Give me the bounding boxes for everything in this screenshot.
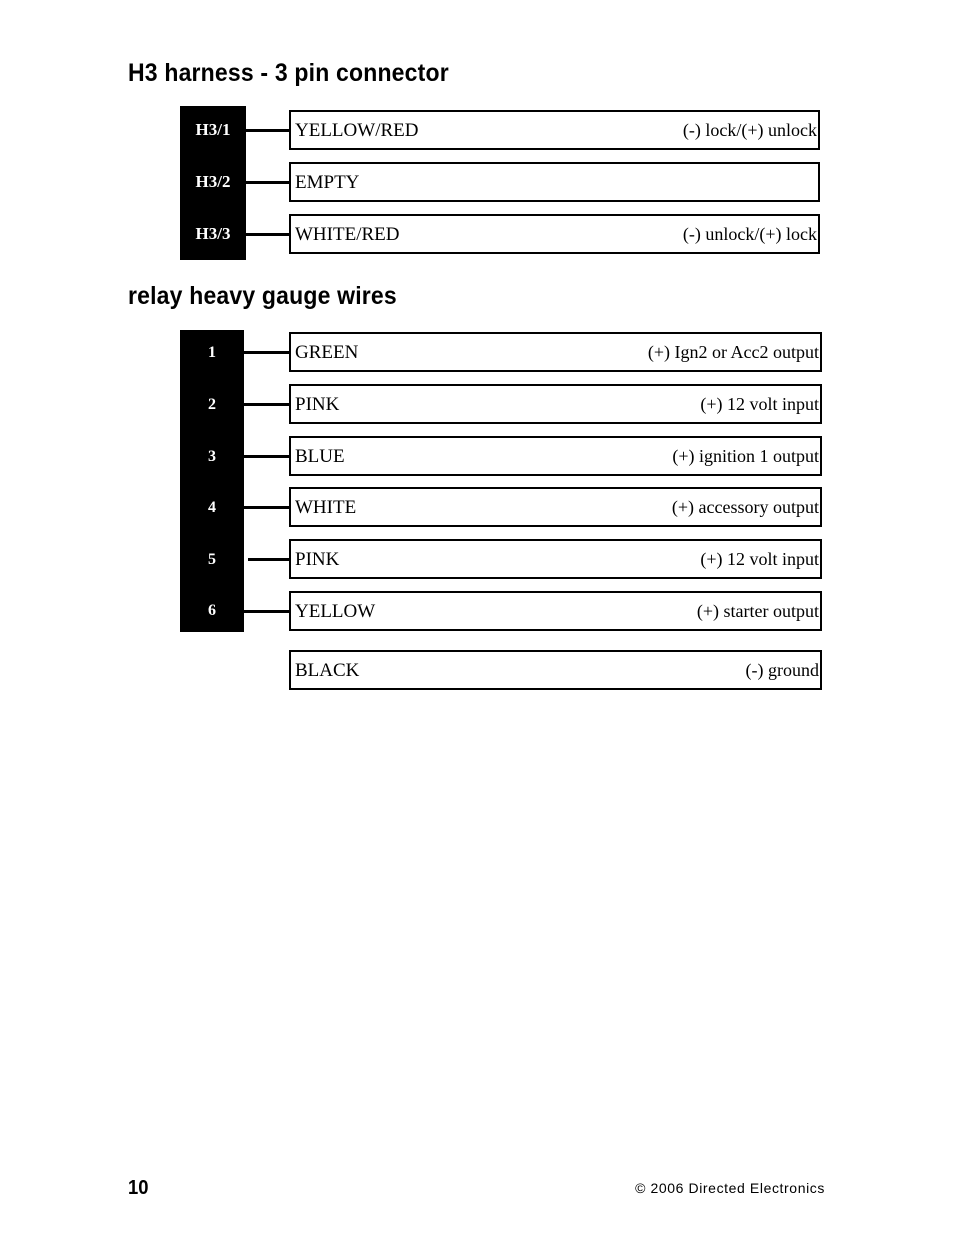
leader-line-relay-6 (244, 610, 289, 613)
pin-label-relay-4: 4 (208, 499, 216, 516)
wire-function: (+) accessory output (671, 497, 819, 517)
wire-function: (-) ground (745, 660, 819, 680)
wire-name: PINK (295, 548, 340, 570)
wire-name: BLACK (295, 659, 360, 681)
wire-name: WHITE (295, 496, 357, 518)
wire-name: PINK (295, 393, 340, 415)
page-number: 10 (128, 1177, 149, 1199)
leader-line-relay-1 (244, 351, 289, 354)
pin-label-h3-2: H3/2 (195, 172, 231, 191)
wire-function: (-) unlock/(+) lock (682, 224, 817, 244)
leader-line-h3-3 (246, 233, 289, 236)
section-heading-h3-harness: H3 harness - 3 pin connector (128, 59, 449, 87)
leader-line-relay-5 (248, 558, 289, 561)
wire-name: WHITE/RED (295, 223, 400, 245)
pin-label-relay-6: 6 (208, 602, 216, 619)
wire-row: GREEN (+) Ign2 or Acc2 output (289, 332, 822, 372)
wire-row: BLUE (+) ignition 1 output (289, 436, 822, 476)
wire-name: YELLOW (295, 600, 376, 622)
pin-label-h3-3: H3/3 (195, 224, 231, 243)
wire-name: EMPTY (295, 171, 360, 193)
wire-row: PINK (+) 12 volt input (289, 539, 822, 579)
pin-label-relay-1: 1 (208, 344, 216, 361)
wire-function: (+) 12 volt input (700, 394, 819, 414)
wire-function: (+) starter output (696, 601, 819, 621)
leader-line-h3-1 (246, 129, 289, 132)
wire-function: (+) ignition 1 output (672, 446, 819, 466)
wire-name: GREEN (295, 341, 359, 363)
leader-line-relay-4 (244, 506, 289, 509)
leader-line-relay-2 (244, 403, 289, 406)
document-page: H3 harness - 3 pin connector H3/1 H3/2 H… (0, 0, 954, 1235)
wire-function: (+) 12 volt input (700, 549, 819, 569)
leader-line-relay-3 (244, 455, 289, 458)
wire-name: BLUE (295, 445, 345, 467)
wire-row: WHITE (+) accessory output (289, 487, 822, 527)
wire-function: (+) Ign2 or Acc2 output (647, 342, 819, 362)
pin-label-h3-1: H3/1 (195, 120, 231, 139)
connector-body-relay: 1 2 3 4 5 6 (180, 330, 244, 632)
pin-label-relay-3: 3 (208, 448, 216, 465)
wire-row: WHITE/RED (-) unlock/(+) lock (289, 214, 820, 254)
leader-line-h3-2 (246, 181, 289, 184)
connector-body-h3: H3/1 H3/2 H3/3 (180, 106, 246, 260)
wire-row: PINK (+) 12 volt input (289, 384, 822, 424)
wire-row: BLACK (-) ground (289, 650, 822, 690)
pin-label-relay-5: 5 (208, 551, 216, 568)
wire-row: EMPTY (289, 162, 820, 202)
wire-name: YELLOW/RED (295, 119, 419, 141)
wire-row: YELLOW/RED (-) lock/(+) unlock (289, 110, 820, 150)
section-heading-relay-heavy-gauge-wires: relay heavy gauge wires (128, 282, 397, 310)
copyright-notice: © 2006 Directed Electronics (635, 1180, 825, 1196)
wire-row: YELLOW (+) starter output (289, 591, 822, 631)
wire-function: (-) lock/(+) unlock (682, 120, 817, 140)
pin-label-relay-2: 2 (208, 396, 216, 413)
